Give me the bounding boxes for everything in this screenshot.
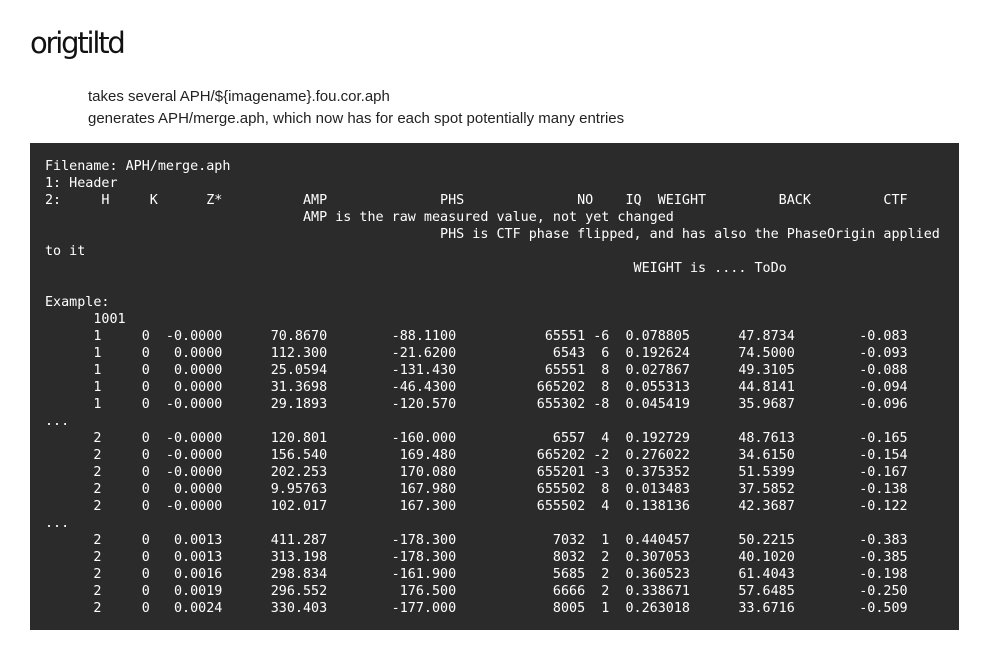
- code-line: 2 0 0.0024 330.403 -177.000 8005 1 0.263…: [45, 601, 908, 616]
- code-line: 2 0 0.0013 411.287 -178.300 7032 1 0.440…: [45, 533, 908, 548]
- code-line: AMP is the raw measured value, not yet c…: [45, 210, 674, 225]
- code-line: 2 0 -0.0000 202.253 170.080 655201 -3 0.…: [45, 465, 908, 480]
- code-line: 1 0 0.0000 25.0594 -131.430 65551 8 0.02…: [45, 363, 908, 378]
- code-line: 2 0 0.0016 298.834 -161.900 5685 2 0.360…: [45, 567, 908, 582]
- code-line: 2 0 -0.0000 156.540 169.480 665202 -2 0.…: [45, 448, 908, 463]
- description-line-output: generates APH/merge.aph, which now has f…: [88, 110, 625, 127]
- description-line-input: takes several APH/${imagename}.fou.cor.a…: [88, 88, 390, 105]
- code-line: 2 0 0.0000 9.95763 167.980 655502 8 0.01…: [45, 482, 908, 497]
- code-line: 2 0 -0.0000 102.017 167.300 655502 4 0.1…: [45, 499, 908, 514]
- code-line: 2 0 0.0013 313.198 -178.300 8032 2 0.307…: [45, 550, 908, 565]
- code-line: 1 0 -0.0000 70.8670 -88.1100 65551 -6 0.…: [45, 329, 908, 344]
- code-line: 2: H K Z* AMP PHS NO IQ WEIGHT BACK CTF: [45, 193, 908, 208]
- code-line: 1: Header: [45, 176, 118, 191]
- code-line: ...: [45, 414, 70, 429]
- code-line: to it: [45, 244, 86, 259]
- code-line: Filename: APH/merge.aph: [45, 159, 231, 174]
- code-line: WEIGHT is .... ToDo: [45, 261, 787, 276]
- code-line: 2 0 -0.0000 120.801 -160.000 6557 4 0.19…: [45, 431, 908, 446]
- description: takes several APH/${imagename}.fou.cor.a…: [88, 86, 624, 130]
- code-line: 1001: [45, 312, 126, 327]
- code-line: 1 0 -0.0000 29.1893 -120.570 655302 -8 0…: [45, 397, 908, 412]
- code-block: Filename: APH/merge.aph 1: Header 2: H K…: [30, 143, 959, 630]
- code-line: PHS is CTF phase flipped, and has also t…: [45, 227, 940, 242]
- code-line: 1 0 0.0000 31.3698 -46.4300 665202 8 0.0…: [45, 380, 908, 395]
- code-line: Example:: [45, 295, 110, 310]
- code-line: ...: [45, 516, 70, 531]
- code-text: Filename: APH/merge.aph 1: Header 2: H K…: [45, 158, 959, 617]
- code-line: 2 0 0.0019 296.552 176.500 6666 2 0.3386…: [45, 584, 908, 599]
- code-line: 1 0 0.0000 112.300 -21.6200 6543 6 0.192…: [45, 346, 908, 361]
- page-title: origtiltd: [30, 26, 126, 60]
